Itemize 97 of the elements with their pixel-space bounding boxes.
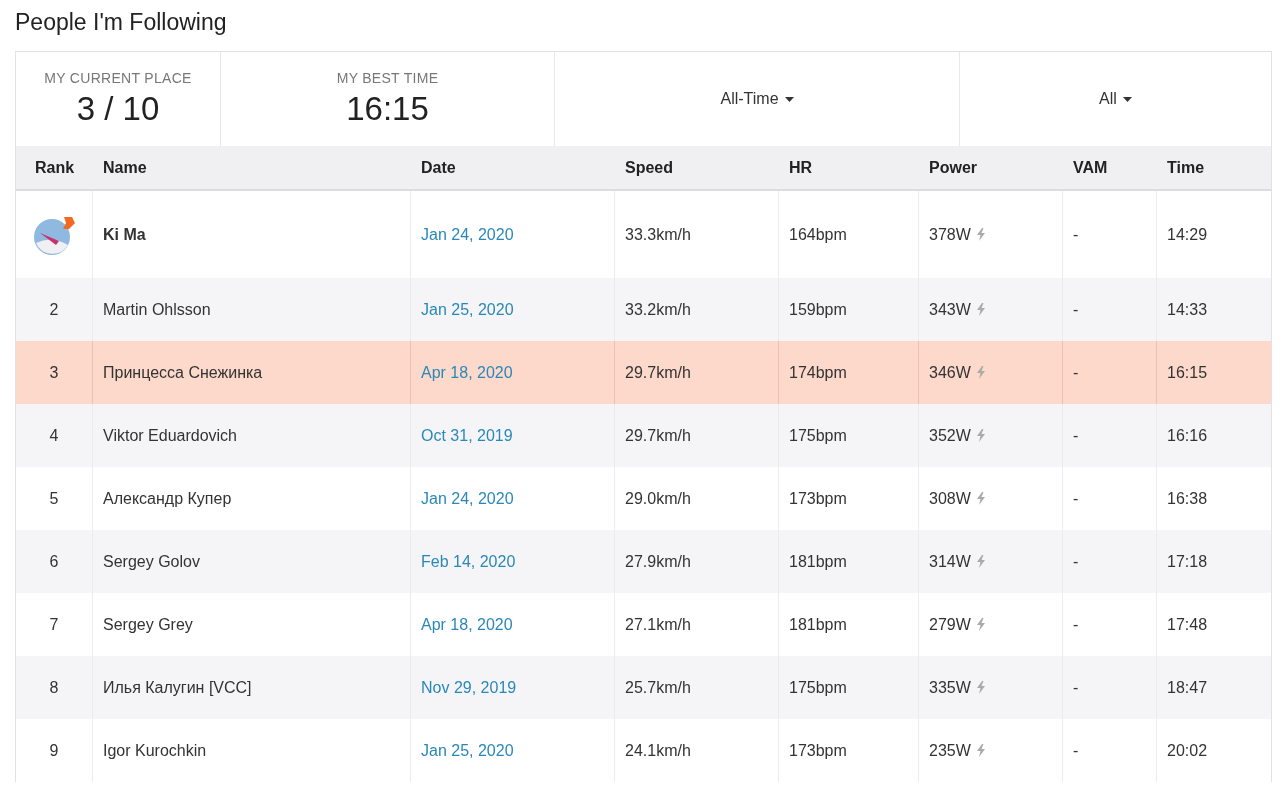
power-value: 335W	[929, 678, 971, 697]
date-link[interactable]: Oct 31, 2019	[421, 426, 513, 445]
caret-icon	[1122, 96, 1132, 102]
heart-rate-value: 181bpm	[789, 615, 847, 634]
date-link[interactable]: Jan 24, 2020	[421, 489, 514, 508]
lightning-bolt-icon	[975, 366, 986, 379]
heart-rate-value: 173bpm	[789, 741, 847, 760]
date-link[interactable]: Jan 24, 2020	[421, 225, 514, 244]
time-value: 16:16	[1167, 426, 1208, 445]
lightning-bolt-icon	[975, 618, 986, 631]
vam-value: -	[1073, 615, 1079, 634]
lightning-bolt-icon	[975, 228, 986, 241]
athlete-name[interactable]: Sergey Grey	[103, 615, 193, 634]
lightning-bolt-icon	[975, 744, 986, 757]
lightning-bolt-icon	[975, 492, 986, 505]
time-value: 17:48	[1167, 615, 1208, 634]
power-value: 235W	[929, 741, 971, 760]
athlete-name[interactable]: Илья Калугин [VCC]	[103, 678, 252, 697]
avatar-icon	[32, 214, 76, 255]
rank-number: 4	[49, 426, 59, 445]
power-value: 279W	[929, 615, 971, 634]
stat-value: 3 / 10	[76, 90, 160, 128]
column-header[interactable]: VAM	[1073, 158, 1108, 177]
filter-dropdown[interactable]: All-Time	[712, 86, 802, 112]
heart-rate-value: 164bpm	[789, 225, 847, 244]
rank-number: 2	[49, 300, 59, 319]
lightning-bolt-icon	[975, 555, 986, 568]
column-header[interactable]: Speed	[625, 158, 673, 177]
date-link[interactable]: Apr 18, 2020	[421, 615, 513, 634]
time-value: 18:47	[1167, 678, 1208, 697]
athlete-name[interactable]: Martin Ohlsson	[103, 300, 211, 319]
speed-value: 27.1km/h	[625, 615, 691, 634]
time-value: 14:33	[1167, 300, 1208, 319]
time-value: 16:38	[1167, 489, 1208, 508]
lightning-bolt-icon	[975, 681, 986, 694]
vam-value: -	[1073, 300, 1079, 319]
stat-label: MY BEST TIME	[336, 70, 439, 86]
date-link[interactable]: Jan 25, 2020	[421, 300, 514, 319]
athlete-name[interactable]: Принцесса Снежинка	[103, 363, 263, 382]
athlete-name[interactable]: Igor Kurochkin	[103, 741, 207, 760]
heart-rate-value: 181bpm	[789, 552, 847, 571]
column-header[interactable]: Rank	[34, 158, 75, 177]
vam-value: -	[1073, 426, 1079, 445]
time-value: 20:02	[1167, 741, 1208, 760]
power-value: 343W	[929, 300, 971, 319]
page-title: People I'm Following	[15, 8, 228, 37]
vam-value: -	[1073, 552, 1079, 571]
time-value: 14:29	[1167, 225, 1208, 244]
rank-number: 8	[49, 678, 59, 697]
athlete-name[interactable]: Ki Ma	[103, 225, 146, 244]
rank-number: 6	[49, 552, 59, 571]
speed-value: 29.7km/h	[625, 363, 691, 382]
heart-rate-value: 173bpm	[789, 489, 847, 508]
column-header[interactable]: Date	[421, 158, 456, 177]
time-value: 17:18	[1167, 552, 1208, 571]
vam-value: -	[1073, 363, 1079, 382]
power-value: 314W	[929, 552, 971, 571]
column-header[interactable]: Time	[1167, 158, 1205, 177]
date-link[interactable]: Nov 29, 2019	[421, 678, 517, 697]
rank-number: 5	[49, 489, 59, 508]
heart-rate-value: 175bpm	[789, 426, 847, 445]
lightning-bolt-icon	[975, 429, 986, 442]
stat-value: 16:15	[346, 90, 429, 128]
vam-value: -	[1073, 225, 1079, 244]
rank-number: 3	[49, 363, 59, 382]
athlete-name[interactable]: Viktor Eduardovich	[103, 426, 237, 445]
athlete-name[interactable]: Александр Купер	[103, 489, 232, 508]
date-link[interactable]: Jan 25, 2020	[421, 741, 514, 760]
stat-label: MY CURRENT PLACE	[44, 70, 192, 86]
speed-value: 33.3km/h	[625, 225, 691, 244]
speed-value: 25.7km/h	[625, 678, 691, 697]
column-header[interactable]: Name	[103, 158, 147, 177]
speed-value: 29.7km/h	[625, 426, 691, 445]
caret-icon	[784, 96, 794, 102]
vam-value: -	[1073, 489, 1079, 508]
heart-rate-value: 159bpm	[789, 300, 847, 319]
speed-value: 27.9km/h	[625, 552, 691, 571]
lightning-bolt-icon	[975, 303, 986, 316]
speed-value: 24.1km/h	[625, 741, 691, 760]
power-value: 308W	[929, 489, 971, 508]
heart-rate-value: 175bpm	[789, 678, 847, 697]
vam-value: -	[1073, 678, 1079, 697]
rank-number: 7	[49, 615, 59, 634]
speed-value: 29.0km/h	[625, 489, 691, 508]
column-header[interactable]: Power	[929, 158, 977, 177]
power-value: 378W	[929, 225, 971, 244]
athlete-name[interactable]: Sergey Golov	[103, 552, 200, 571]
power-value: 352W	[929, 426, 971, 445]
rank-number: 9	[49, 741, 59, 760]
power-value: 346W	[929, 363, 971, 382]
filter-dropdown[interactable]: All	[1091, 86, 1140, 112]
speed-value: 33.2km/h	[625, 300, 691, 319]
date-link[interactable]: Feb 14, 2020	[421, 552, 516, 571]
column-header[interactable]: HR	[789, 158, 813, 177]
heart-rate-value: 174bpm	[789, 363, 847, 382]
vam-value: -	[1073, 741, 1079, 760]
time-value: 16:15	[1167, 363, 1208, 382]
